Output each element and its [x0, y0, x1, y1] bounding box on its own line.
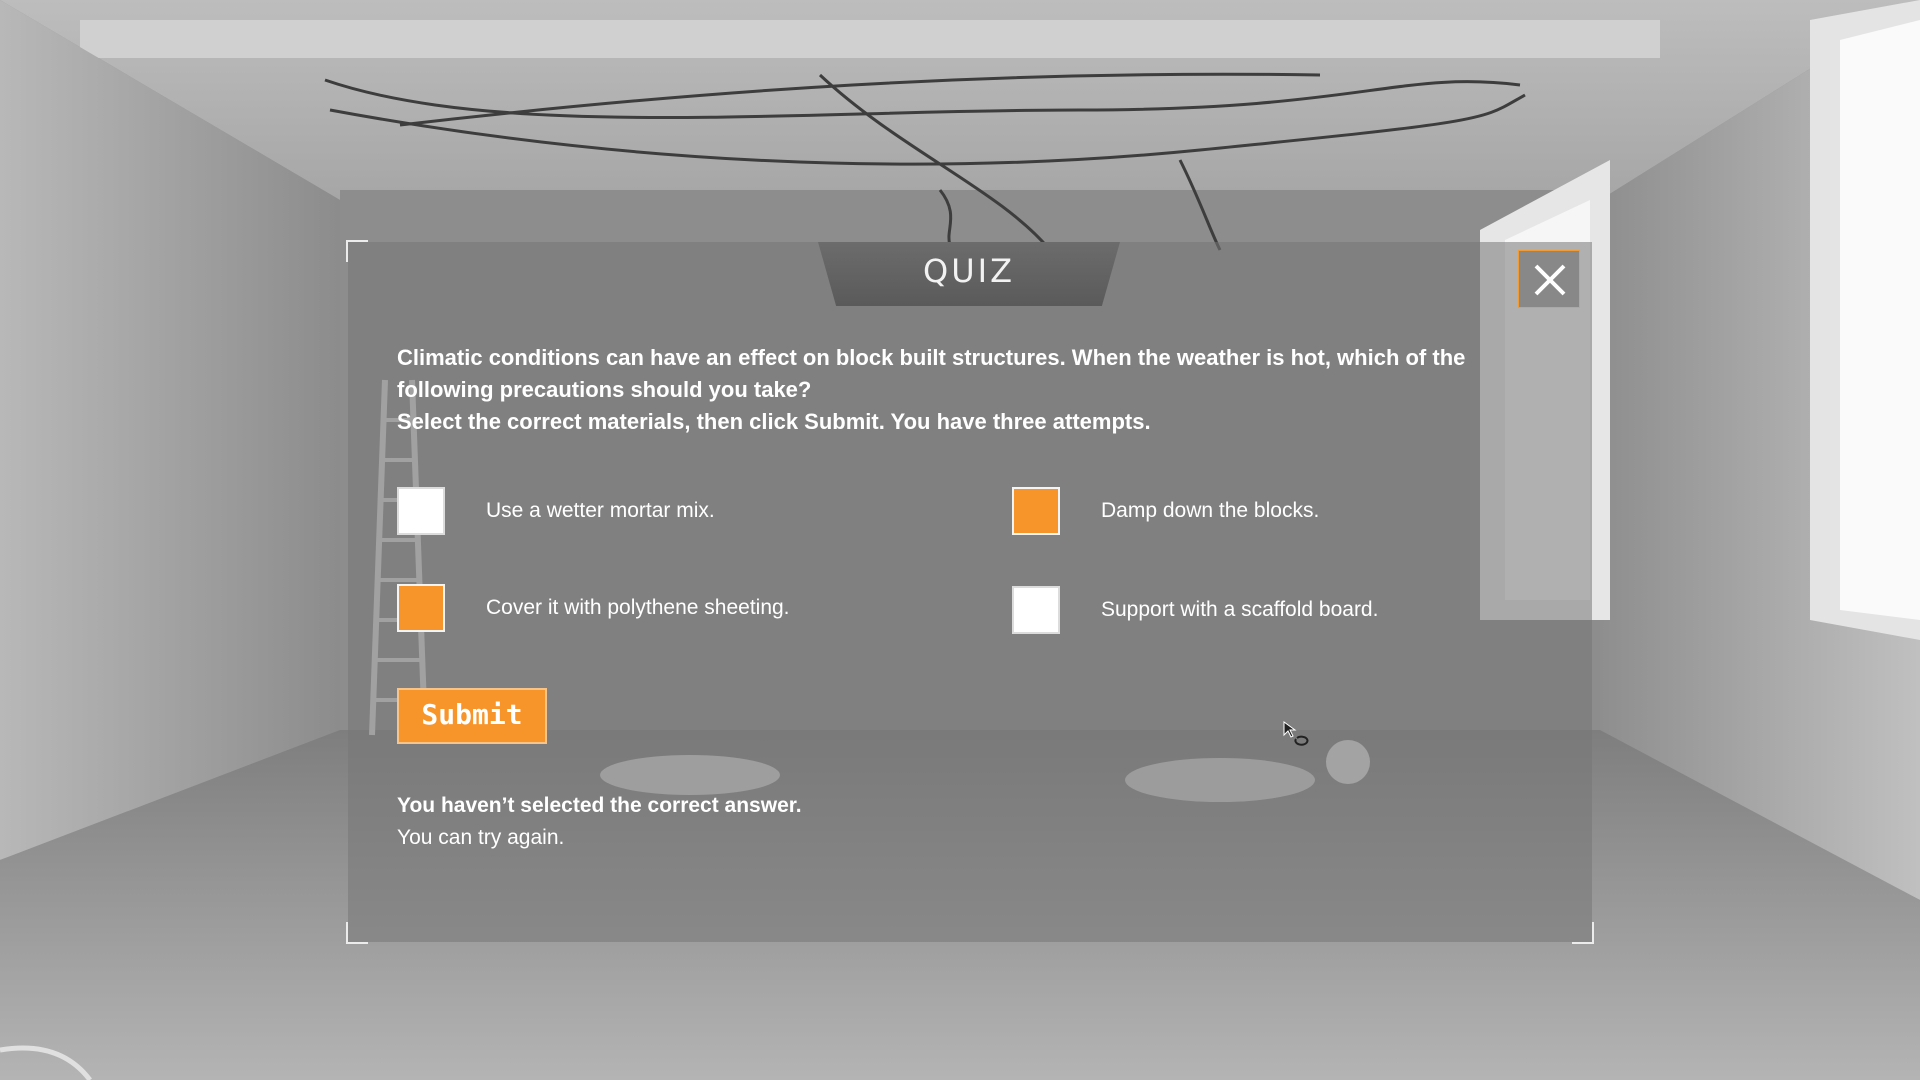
mouse-cursor-icon — [1283, 721, 1309, 746]
option-damp-blocks[interactable]: Damp down the blocks. — [1012, 485, 1319, 537]
quiz-panel: QUIZ Climatic conditions can have an eff… — [346, 240, 1594, 944]
feedback-title: You haven’t selected the correct answer. — [397, 794, 802, 817]
option-label: Use a wetter mortar mix. — [486, 499, 715, 522]
option-label: Damp down the blocks. — [1101, 499, 1320, 522]
instruction-line: Select the correct materials, then click… — [397, 409, 1151, 434]
panel-corner-bottom-left — [346, 922, 368, 944]
checkbox-wetter-mortar[interactable] — [397, 487, 445, 535]
checkbox-polythene-sheeting[interactable] — [397, 584, 445, 632]
close-icon — [1534, 264, 1566, 296]
feedback-message: You haven’t selected the correct answer.… — [397, 790, 802, 854]
panel-corner-top-left — [346, 240, 368, 262]
submit-button[interactable]: Submit — [397, 688, 547, 744]
option-wetter-mortar[interactable]: Use a wetter mortar mix. — [397, 485, 715, 537]
option-scaffold-board[interactable]: Support with a scaffold board. — [1012, 584, 1378, 636]
close-button[interactable] — [1518, 250, 1580, 308]
option-polythene-sheeting[interactable]: Cover it with polythene sheeting. — [397, 582, 790, 634]
option-label: Support with a scaffold board. — [1101, 598, 1379, 621]
checkbox-damp-blocks[interactable] — [1012, 487, 1060, 535]
panel-corner-bottom-right — [1572, 922, 1594, 944]
quiz-title: QUIZ — [923, 252, 1015, 290]
option-label: Cover it with polythene sheeting. — [486, 596, 790, 619]
quiz-title-tab: QUIZ — [818, 242, 1120, 306]
question-text: Climatic conditions can have an effect o… — [397, 342, 1557, 438]
question-line: Climatic conditions can have an effect o… — [397, 345, 1466, 402]
feedback-text: You can try again. — [397, 826, 565, 849]
checkbox-scaffold-board[interactable] — [1012, 586, 1060, 634]
